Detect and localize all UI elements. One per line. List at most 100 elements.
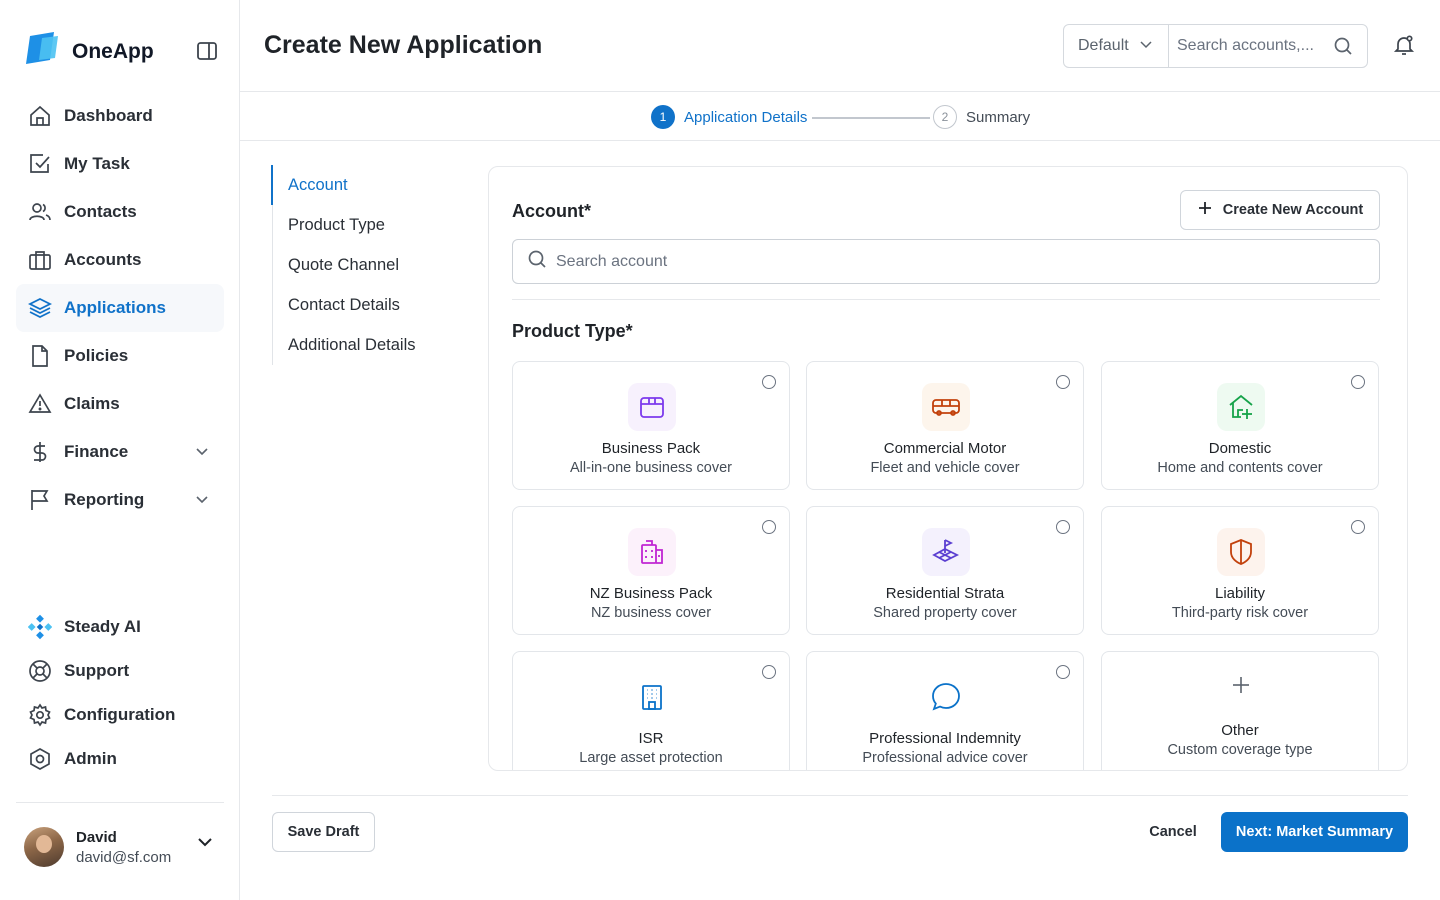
section-nav-quote-channel[interactable]: Quote Channel — [273, 245, 462, 285]
user-profile[interactable]: David david@sf.com — [16, 802, 224, 867]
product-card-subtitle: Home and contents cover — [1157, 460, 1323, 476]
sidebar-item-label: Configuration — [64, 705, 176, 724]
product-card-subtitle: Third-party risk cover — [1171, 605, 1309, 621]
chevron-down-icon[interactable] — [194, 443, 210, 464]
product-card-subtitle: All-in-one business cover — [570, 460, 732, 476]
product-card-domestic[interactable]: Domestic Home and contents cover — [1101, 361, 1379, 490]
scope-select[interactable]: Default — [1064, 25, 1169, 67]
product-card-isr[interactable]: ISR Large asset protection — [512, 651, 790, 770]
page-header: Create New Application Default — [240, 0, 1440, 92]
product-card-title: ISR — [638, 730, 664, 747]
radio-button[interactable] — [762, 375, 776, 389]
product-card-business-pack[interactable]: Business Pack All-in-one business cover — [512, 361, 790, 490]
sidebar-item-label: Claims — [64, 394, 120, 413]
warning-icon — [28, 392, 52, 416]
sidebar-item-steady-ai[interactable]: Steady AI — [16, 605, 224, 649]
account-search-input[interactable] — [556, 252, 1379, 271]
product-card-liability[interactable]: Liability Third-party risk cover — [1101, 506, 1379, 635]
brand[interactable]: OneApp — [24, 30, 154, 73]
cancel-button[interactable]: Cancel — [1136, 812, 1210, 852]
section-nav-product-type[interactable]: Product Type — [273, 205, 462, 245]
oneapp-logo-icon — [24, 30, 62, 73]
step-summary[interactable]: 2 Summary — [933, 105, 1030, 129]
radio-button[interactable] — [1056, 665, 1070, 679]
sidebar-item-reporting[interactable]: Reporting — [16, 476, 224, 524]
section-nav-account[interactable]: Account — [271, 165, 462, 205]
section-nav-additional-details[interactable]: Additional Details — [273, 325, 462, 365]
box-icon — [628, 383, 676, 431]
application-form-panel[interactable]: Account* Create New Account Product Type… — [488, 166, 1408, 771]
sidebar-item-dashboard[interactable]: Dashboard — [16, 92, 224, 140]
section-nav: Account Product Type Quote Channel Conta… — [271, 165, 462, 365]
shield-half-icon — [1217, 528, 1265, 576]
product-card-subtitle: NZ business cover — [590, 605, 712, 621]
radio-button[interactable] — [1056, 375, 1070, 389]
sidebar-item-applications[interactable]: Applications — [16, 284, 224, 332]
sidebar-item-policies[interactable]: Policies — [16, 332, 224, 380]
sidebar-item-accounts[interactable]: Accounts — [16, 236, 224, 284]
sidebar-toggle-button[interactable] — [194, 38, 220, 64]
radio-button[interactable] — [1351, 375, 1365, 389]
plus-icon — [1230, 672, 1252, 702]
next-market-summary-button[interactable]: Next: Market Summary — [1221, 812, 1408, 852]
radio-button[interactable] — [1351, 520, 1365, 534]
sidebar-item-support[interactable]: Support — [16, 649, 224, 693]
product-card-other[interactable]: Other Custom coverage type — [1101, 651, 1379, 770]
shield-hex-icon — [28, 747, 52, 771]
product-card-title: NZ Business Pack — [589, 585, 713, 602]
product-card-title: Commercial Motor — [883, 440, 1007, 457]
sidebar-item-label: Applications — [64, 298, 167, 317]
product-card-title: Business Pack — [601, 440, 701, 457]
chevron-down-icon[interactable] — [196, 833, 214, 856]
create-new-account-label: Create New Account — [1222, 202, 1364, 218]
product-card-commercial-motor[interactable]: Commercial Motor Fleet and vehicle cover — [806, 361, 1084, 490]
sidebar-item-label: Contacts — [64, 202, 137, 221]
layers-icon — [28, 296, 52, 320]
product-type-section-title: Product Type* — [512, 321, 633, 341]
scope-select-value: Default — [1078, 37, 1129, 54]
dollar-icon — [28, 440, 52, 464]
chevron-down-icon — [1139, 37, 1153, 56]
save-draft-button[interactable]: Save Draft — [272, 812, 375, 852]
sidebar-item-my-task[interactable]: My Task — [16, 140, 224, 188]
radio-button[interactable] — [1056, 520, 1070, 534]
product-card-residential-strata[interactable]: Residential Strata Shared property cover — [806, 506, 1084, 635]
main-nav: Dashboard My Task Contacts Accounts Appl… — [16, 92, 224, 524]
sidebar-item-claims[interactable]: Claims — [16, 380, 224, 428]
step-number: 1 — [651, 105, 675, 129]
sidebar-item-label: Finance — [64, 442, 129, 461]
section-nav-contact-details[interactable]: Contact Details — [273, 285, 462, 325]
step-application-details[interactable]: 1 Application Details — [651, 105, 807, 129]
home-icon — [28, 104, 52, 128]
global-search-input[interactable] — [1177, 37, 1332, 55]
sidebar-item-label: Steady AI — [64, 617, 141, 636]
radio-button[interactable] — [762, 520, 776, 534]
briefcase-icon — [28, 248, 52, 272]
sidebar: OneApp Dashboard My Task Contacts Accoun… — [0, 0, 240, 900]
sidebar-item-label: Support — [64, 661, 130, 680]
product-card-nz-business-pack[interactable]: NZ Business Pack NZ business cover — [512, 506, 790, 635]
search-icon — [527, 249, 547, 274]
sidebar-item-contacts[interactable]: Contacts — [16, 188, 224, 236]
section-divider — [512, 299, 1380, 300]
search-icon[interactable] — [1333, 36, 1353, 61]
secondary-nav: Steady AI Support Configuration Admin — [16, 605, 224, 781]
product-card-professional-indemnity[interactable]: Professional Indemnity Professional advi… — [806, 651, 1084, 770]
user-email: david@sf.com — [76, 848, 172, 866]
app-name: OneApp — [72, 39, 154, 63]
sidebar-item-admin[interactable]: Admin — [16, 737, 224, 781]
sidebar-item-configuration[interactable]: Configuration — [16, 693, 224, 737]
page-title: Create New Application — [264, 31, 543, 59]
notification-bell-icon[interactable] — [1392, 33, 1416, 62]
chevron-down-icon[interactable] — [194, 491, 210, 512]
task-check-icon — [28, 152, 52, 176]
radio-button[interactable] — [762, 665, 776, 679]
bus-icon — [922, 383, 970, 431]
app-root: OneApp Dashboard My Task Contacts Accoun… — [0, 0, 1440, 900]
create-new-account-button[interactable]: Create New Account — [1180, 190, 1380, 230]
account-search — [512, 239, 1380, 284]
sidebar-item-finance[interactable]: Finance — [16, 428, 224, 476]
building-icon — [628, 528, 676, 576]
product-card-title: Liability — [1214, 585, 1266, 602]
header-search-group: Default — [1063, 24, 1368, 68]
